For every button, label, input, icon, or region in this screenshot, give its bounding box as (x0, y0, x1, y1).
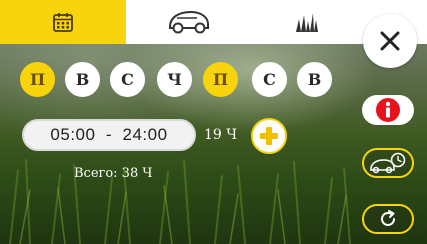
mower-schedule-button[interactable] (362, 148, 414, 178)
tab-schedule[interactable] (0, 0, 126, 44)
day-saturday[interactable]: С (252, 62, 287, 97)
plus-icon (260, 127, 278, 145)
day-thursday[interactable]: Ч (157, 62, 192, 97)
tab-mower[interactable] (126, 0, 252, 44)
close-button[interactable] (363, 14, 417, 68)
total-hours-label: Всего: 38 Ч (74, 166, 153, 181)
day-monday[interactable]: П (20, 62, 55, 97)
day-tuesday[interactable]: В (65, 62, 100, 97)
duration-label: 19 Ч (204, 127, 238, 143)
close-icon (380, 31, 400, 51)
robot-mower-icon (169, 10, 209, 34)
add-interval-button[interactable] (251, 118, 287, 154)
info-icon (376, 98, 400, 122)
grass-icon (296, 13, 318, 32)
day-sunday[interactable]: В (297, 62, 332, 97)
day-friday[interactable]: П (203, 62, 238, 97)
tab-grass[interactable] (252, 0, 362, 44)
day-wednesday[interactable]: С (110, 62, 145, 97)
time-range-field[interactable]: 05:00 - 24:00 (22, 119, 196, 151)
calendar-icon (53, 13, 73, 32)
info-button[interactable] (362, 95, 414, 125)
schedule-screen: П В С Ч П С В 05:00 - 24:00 19 Ч Всего: … (0, 0, 427, 244)
reset-button[interactable] (362, 204, 414, 234)
mower-clock-icon (370, 152, 406, 174)
refresh-icon (381, 210, 395, 226)
